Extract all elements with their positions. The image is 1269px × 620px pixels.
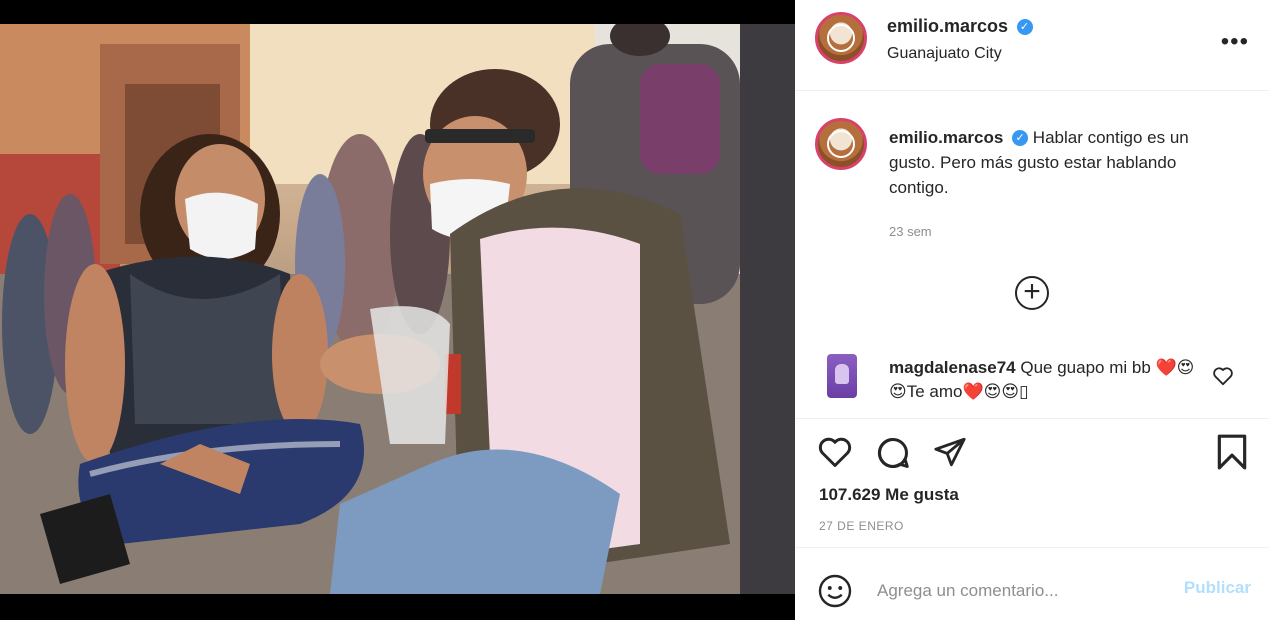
- post-header: emilio.marcos ✓ Guanajuato City •••: [795, 0, 1269, 91]
- post-date[interactable]: 27 DE ENERO: [819, 519, 904, 533]
- comment-input[interactable]: [875, 572, 1179, 610]
- plus-circle-icon[interactable]: +: [1015, 276, 1049, 310]
- action-bar: 107.629 Me gusta 27 DE ENERO: [795, 418, 1269, 548]
- post-photo[interactable]: [0, 24, 795, 594]
- post-photo-illustration: [0, 24, 795, 594]
- caption-time[interactable]: 23 sem: [889, 224, 932, 239]
- post-sidebar: emilio.marcos ✓ Guanajuato City ••• emil…: [795, 0, 1269, 620]
- post-location[interactable]: Guanajuato City: [887, 45, 1002, 63]
- bookmark-icon[interactable]: [1215, 433, 1249, 471]
- heart-icon[interactable]: [817, 435, 853, 469]
- publish-button[interactable]: Publicar: [1184, 578, 1251, 598]
- send-icon[interactable]: [933, 435, 967, 469]
- comment-body: magdalenase74 Que guapo mi bb ❤️😍😍Te amo…: [889, 356, 1209, 404]
- commenter-username[interactable]: magdalenase74: [889, 358, 1016, 377]
- caption-avatar[interactable]: [815, 118, 867, 170]
- verified-badge-icon: ✓: [1016, 19, 1033, 35]
- heart-outline-icon[interactable]: [1212, 366, 1234, 386]
- likes-count[interactable]: 107.629 Me gusta: [819, 485, 959, 505]
- author-avatar[interactable]: [815, 12, 867, 64]
- commenter-avatar[interactable]: [827, 354, 857, 398]
- author-username[interactable]: emilio.marcos: [887, 16, 1008, 36]
- more-options-icon[interactable]: •••: [1221, 28, 1249, 56]
- comment-icon[interactable]: [875, 435, 911, 471]
- caption-username[interactable]: emilio.marcos: [889, 128, 1003, 147]
- verified-badge-icon: ✓: [1012, 130, 1029, 146]
- caption-body: emilio.marcos ✓ Hablar contigo es un gus…: [889, 125, 1239, 200]
- photo-pane: [0, 0, 795, 620]
- author-name-line: emilio.marcos ✓: [887, 16, 1033, 37]
- emoji-icon[interactable]: [817, 573, 853, 609]
